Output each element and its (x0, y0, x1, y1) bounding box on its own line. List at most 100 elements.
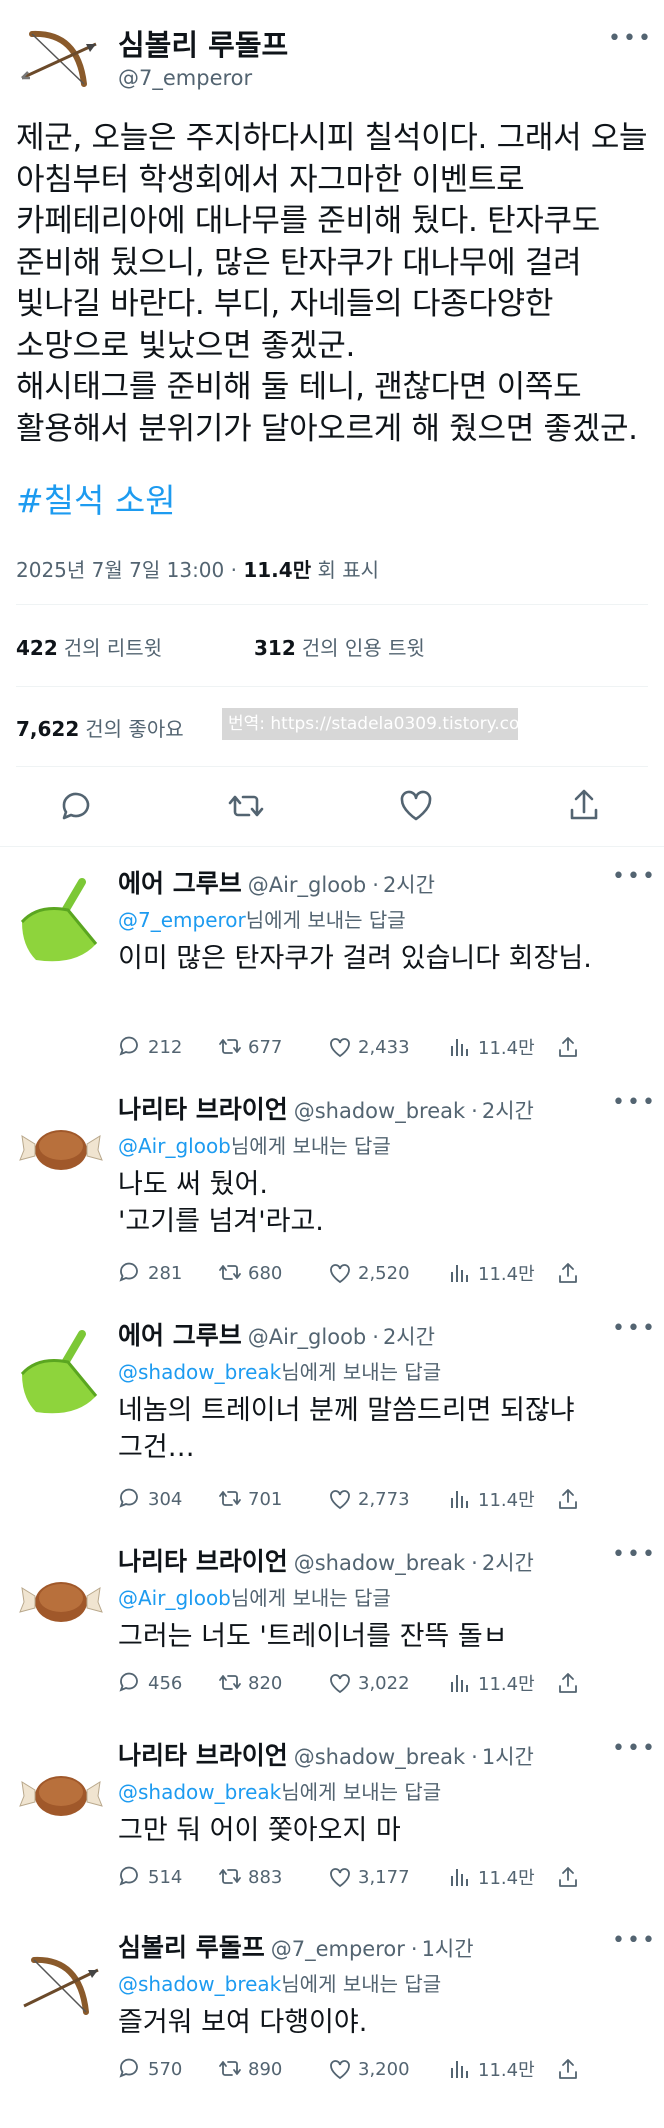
meat-icon[interactable] (16, 1552, 106, 1642)
replying-to-handle[interactable]: @Air_gloob (118, 1134, 231, 1158)
like-icon (330, 1264, 350, 1284)
reply-button[interactable]: 212 (118, 1032, 182, 1062)
views-button[interactable]: 11.4만 (448, 2054, 535, 2084)
share-button[interactable] (556, 2054, 586, 2084)
share-button[interactable] (556, 1668, 586, 1698)
reply-time[interactable]: 1시간 (482, 1745, 534, 1769)
retweet-button[interactable]: 680 (218, 1258, 282, 1288)
more-options-icon[interactable]: ••• (612, 1090, 657, 1115)
views-button[interactable]: 11.4만 (448, 1862, 535, 1892)
views-button[interactable]: 11.4만 (448, 1484, 535, 1514)
reply-icon[interactable] (56, 786, 96, 826)
replying-to: @shadow_break님에게 보내는 답글 (118, 1776, 441, 1805)
retweet-button[interactable]: 701 (218, 1484, 282, 1514)
reply-time-separator: · (471, 1551, 478, 1575)
tweet-date[interactable]: 2025년 7월 7일 13:00 (16, 558, 224, 582)
meat-icon[interactable] (16, 1100, 106, 1190)
reply-author: 나리타 브라이언 @shadow_break · 2시간 (118, 1090, 534, 1126)
like-icon (330, 1674, 350, 1694)
retweet-button[interactable]: 890 (218, 2054, 282, 2084)
more-options-icon[interactable]: ••• (612, 1316, 657, 1341)
reply-tweet[interactable]: 심볼리 루돌프 @7_emperor · 1시간 ••• @shadow_break님에게… (0, 1928, 664, 2128)
like-count: 3,200 (358, 2058, 410, 2080)
reply-time[interactable]: 2시간 (383, 873, 435, 897)
reply-button[interactable]: 456 (118, 1668, 182, 1698)
reply-time[interactable]: 2시간 (482, 1099, 534, 1123)
reply-author-handle[interactable]: @shadow_break (294, 1099, 465, 1123)
quote-count-link[interactable]: 312 건의 인용 트윗 (254, 632, 425, 661)
reply-tweet[interactable]: 나리타 브라이언 @shadow_break · 2시간 ••• @Air_gloob님에… (0, 1090, 664, 1290)
reply-time[interactable]: 2시간 (383, 1325, 435, 1349)
retweet-count: 883 (248, 1866, 283, 1888)
bow-and-arrow-icon[interactable] (18, 14, 102, 98)
share-button[interactable] (556, 1032, 586, 1062)
like-button[interactable]: 3,200 (328, 2054, 410, 2084)
like-button[interactable]: 2,520 (328, 1258, 410, 1288)
tweet-meta: 2025년 7월 7일 13:00 · 11.4만 회 표시 (16, 554, 379, 583)
author-handle[interactable]: @7_emperor (118, 66, 252, 90)
like-button[interactable]: 2,773 (328, 1484, 410, 1514)
like-count-link[interactable]: 7,622 건의 좋아요 (16, 713, 184, 742)
reply-author-name[interactable]: 에어 그루브 (118, 869, 242, 898)
reply-button[interactable]: 514 (118, 1862, 182, 1892)
hashtag-link[interactable]: #칠석 소원 (16, 474, 176, 522)
reply-tweet[interactable]: 에어 그루브 @Air_gloob · 2시간 ••• @7_emperor님에게 보내는… (0, 864, 664, 1064)
reply-author-name[interactable]: 나리타 브라이언 (118, 1095, 288, 1124)
retweet-button[interactable]: 820 (218, 1668, 282, 1698)
retweet-icon[interactable] (226, 786, 266, 826)
bow-and-arrow-icon[interactable] (16, 1938, 106, 2028)
view-count: 11.4만 (478, 1868, 535, 1889)
more-options-icon[interactable]: ••• (612, 1928, 657, 1953)
like-button[interactable]: 2,433 (328, 1032, 410, 1062)
retweet-button[interactable]: 883 (218, 1862, 282, 1892)
reply-author-handle[interactable]: @shadow_break (294, 1551, 465, 1575)
replying-to-handle[interactable]: @Air_gloob (118, 1586, 231, 1610)
views-button[interactable]: 11.4만 (448, 1258, 535, 1288)
reply-time-separator: · (372, 873, 379, 897)
reply-author-handle[interactable]: @Air_gloob (248, 1325, 367, 1349)
green-dustpan-icon[interactable] (16, 1326, 106, 1416)
retweet-button[interactable]: 677 (218, 1032, 282, 1062)
reply-author-handle[interactable]: @Air_gloob (248, 873, 367, 897)
reply-button[interactable]: 570 (118, 2054, 182, 2084)
share-button[interactable] (556, 1862, 586, 1892)
replying-to-handle[interactable]: @7_emperor (118, 908, 246, 932)
replying-to-label: 님에게 보내는 답글 (245, 908, 406, 932)
replying-to-handle[interactable]: @shadow_break (118, 1972, 281, 1996)
views-button[interactable]: 11.4만 (448, 1668, 535, 1698)
share-button[interactable] (556, 1258, 586, 1288)
reply-time[interactable]: 2시간 (482, 1551, 534, 1575)
reply-author-name[interactable]: 나리타 브라이언 (118, 1547, 288, 1576)
reply-author-name[interactable]: 에어 그루브 (118, 1321, 242, 1350)
reply-author-name[interactable]: 심볼리 루돌프 (118, 1933, 265, 1962)
replying-to-handle[interactable]: @shadow_break (118, 1360, 281, 1384)
like-button[interactable]: 3,177 (328, 1862, 410, 1892)
reply-button[interactable]: 281 (118, 1258, 182, 1288)
reply-author-handle[interactable]: @shadow_break (294, 1745, 465, 1769)
reply-count: 570 (148, 2058, 183, 2080)
views-button[interactable]: 11.4만 (448, 1032, 535, 1062)
reply-tweet[interactable]: 나리타 브라이언 @shadow_break · 1시간 ••• @shadow_brea… (0, 1736, 664, 1936)
reply-author-name[interactable]: 나리타 브라이언 (118, 1741, 288, 1770)
reply-icon (119, 1672, 138, 1692)
reply-time[interactable]: 1시간 (422, 1937, 474, 1961)
replying-to-handle[interactable]: @shadow_break (118, 1780, 281, 1804)
green-dustpan-icon[interactable] (16, 874, 106, 964)
retweet-count-link[interactable]: 422 건의 리트윗 (16, 632, 162, 661)
share-button[interactable] (556, 1484, 586, 1514)
more-options-icon[interactable]: ••• (612, 1736, 657, 1761)
like-icon[interactable] (396, 786, 436, 826)
author-name[interactable]: 심볼리 루돌프 (118, 22, 288, 64)
more-options-icon[interactable]: ••• (612, 864, 657, 889)
reply-button[interactable]: 304 (118, 1484, 182, 1514)
share-icon[interactable] (564, 786, 604, 826)
reply-time-separator: · (471, 1745, 478, 1769)
more-options-icon[interactable]: ••• (612, 1542, 657, 1567)
reply-count: 514 (148, 1866, 183, 1888)
reply-author-handle[interactable]: @7_emperor (271, 1937, 405, 1961)
reply-tweet[interactable]: 나리타 브라이언 @shadow_break · 2시간 ••• @Air_gloob님에… (0, 1542, 664, 1742)
more-options-icon[interactable]: ••• (608, 26, 653, 51)
meat-icon[interactable] (16, 1746, 106, 1836)
like-button[interactable]: 3,022 (328, 1668, 410, 1698)
reply-tweet[interactable]: 에어 그루브 @Air_gloob · 2시간 ••• @shadow_break님에게 … (0, 1316, 664, 1516)
